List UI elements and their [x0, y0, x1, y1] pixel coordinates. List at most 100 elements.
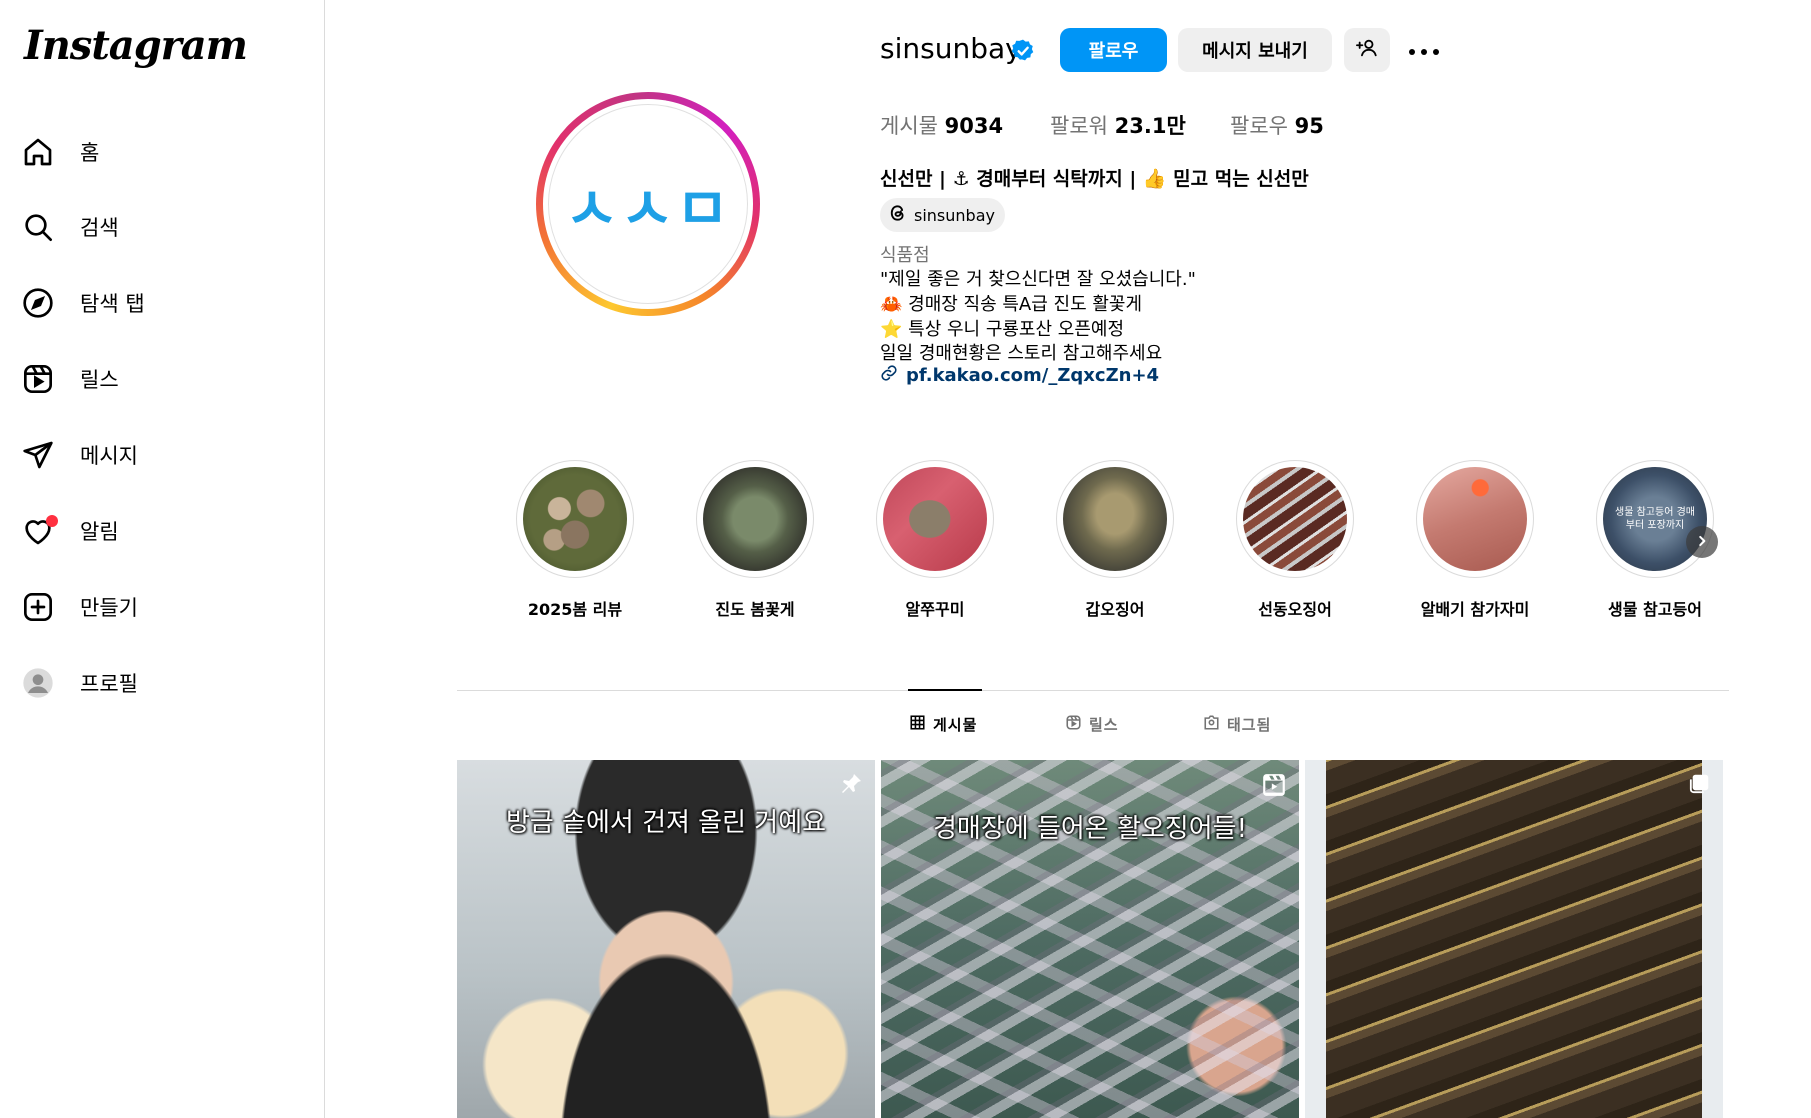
- nav-explore[interactable]: 탐색 탭: [20, 275, 300, 331]
- highlight-ring: [876, 460, 994, 578]
- nav-search-label: 검색: [80, 216, 119, 240]
- highlight-item[interactable]: 알배기 참가자미: [1415, 460, 1535, 620]
- threads-badge[interactable]: sinsunbay: [880, 198, 1005, 232]
- following-count[interactable]: 팔로우 95: [1230, 110, 1324, 140]
- bio-line: ⭐ 특상 우니 구룡포산 오픈예정: [880, 319, 1125, 340]
- highlight-thumbnail: 생물 참고등어 경매부터 포장까지: [1603, 467, 1707, 571]
- reels-icon: [20, 361, 56, 397]
- nav-explore-label: 탐색 탭: [80, 292, 145, 316]
- nav-notifications-label: 알림: [80, 520, 119, 544]
- highlight-item[interactable]: 선동오징어: [1235, 460, 1355, 620]
- tab-tagged[interactable]: 태그됨: [1204, 714, 1271, 735]
- bio-link[interactable]: pf.kakao.com/_ZqxcZn+4: [880, 364, 1159, 387]
- carousel-icon: [1689, 772, 1711, 798]
- profile-avatar-icon: [20, 665, 56, 701]
- followers-count[interactable]: 팔로워 23.1만: [1050, 110, 1186, 140]
- post-tile[interactable]: 방금 솥에서 건져 올린 거예요: [457, 760, 875, 1118]
- follow-button[interactable]: 팔로우: [1060, 28, 1167, 72]
- nav-create[interactable]: 만들기: [20, 579, 300, 635]
- avatar-text: ㅅㅅㅁ: [564, 175, 732, 243]
- avatar-image: ㅅㅅㅁ: [548, 104, 748, 304]
- tab-reels[interactable]: 릴스: [1066, 714, 1119, 735]
- following-count-value: 95: [1294, 114, 1324, 138]
- nav-profile[interactable]: 프로필: [20, 655, 300, 711]
- highlight-thumbnail: [1423, 467, 1527, 571]
- highlight-thumbnail: [1063, 467, 1167, 571]
- highlight-label: 생물 참고등어: [1608, 600, 1702, 619]
- highlight-item[interactable]: 갑오징어: [1055, 460, 1175, 620]
- send-icon: [20, 437, 56, 473]
- highlight-ring: 생물 참고등어 경매부터 포장까지: [1596, 460, 1714, 578]
- nav-notifications[interactable]: 알림: [20, 503, 300, 559]
- highlight-item[interactable]: 알쭈꾸미: [875, 460, 995, 620]
- highlight-ring: [1416, 460, 1534, 578]
- grid-icon: [910, 715, 925, 734]
- highlight-label: 갑오징어: [1085, 600, 1145, 619]
- nav-home-label: 홈: [80, 141, 100, 165]
- tab-posts[interactable]: 게시물: [910, 714, 977, 735]
- posts-count-value: 9034: [944, 114, 1004, 138]
- more-options-button[interactable]: [1404, 28, 1444, 72]
- bio-name: 신선만 | ⚓ 경매부터 식탁까지 | 👍 믿고 먹는 신선만: [880, 168, 1309, 190]
- tab-tagged-label: 태그됨: [1227, 716, 1272, 734]
- highlight-item[interactable]: 2025봄 리뷰: [515, 460, 635, 620]
- posts-count-label: 게시물: [880, 114, 938, 138]
- tab-posts-label: 게시물: [933, 716, 978, 734]
- bio-line: "제일 좋은 거 찾으신다면 잘 오셨습니다.": [880, 269, 1196, 290]
- nav-reels-label: 릴스: [80, 368, 119, 392]
- reels-icon: [1066, 715, 1081, 734]
- threads-handle: sinsunbay: [914, 205, 995, 225]
- highlight-ring: [516, 460, 634, 578]
- sidebar: Instagram 홈 검색 탐색 탭 릴스 메시지 알림 만들기 프로필: [0, 0, 325, 1118]
- chevron-right-icon: [1695, 533, 1709, 552]
- nav-reels[interactable]: 릴스: [20, 351, 300, 407]
- nav-messages[interactable]: 메시지: [20, 427, 300, 483]
- profile-avatar[interactable]: ㅅㅅㅁ: [536, 92, 760, 316]
- highlight-item[interactable]: 진도 봄꽃게: [695, 460, 815, 620]
- post-tile[interactable]: 경매장에 들어온 활오징어들!: [881, 760, 1299, 1118]
- highlight-thumbnail-text: 생물 참고등어 경매부터 포장까지: [1615, 507, 1695, 531]
- more-dots-icon: [1408, 41, 1440, 60]
- search-icon: [20, 209, 56, 245]
- following-count-label: 팔로우: [1230, 114, 1288, 138]
- highlight-label: 알쭈꾸미: [905, 600, 965, 619]
- tagged-icon: [1204, 715, 1219, 734]
- notification-dot: [46, 515, 58, 527]
- followers-count-value: 23.1만: [1114, 114, 1186, 138]
- bio-line: 🦀 경매장 직송 특A급 진도 활꽃게: [880, 294, 1143, 315]
- nav-home[interactable]: 홈: [20, 124, 300, 180]
- nav-search[interactable]: 검색: [20, 199, 300, 255]
- bio-line: 일일 경매현황은 스토리 참고해주세요: [880, 343, 1163, 364]
- nav-profile-label: 프로필: [80, 672, 138, 696]
- add-user-icon: [1356, 37, 1378, 64]
- highlight-thumbnail: [523, 467, 627, 571]
- post-tile[interactable]: [1305, 760, 1723, 1118]
- message-button[interactable]: 메시지 보내기: [1178, 28, 1332, 72]
- highlight-thumbnail: [883, 467, 987, 571]
- home-icon: [20, 134, 56, 170]
- followers-count-label: 팔로워: [1050, 114, 1108, 138]
- link-icon: [880, 364, 898, 387]
- nav-messages-label: 메시지: [80, 444, 138, 468]
- highlights-next-button[interactable]: [1686, 526, 1718, 558]
- highlight-label: 2025봄 리뷰: [527, 600, 623, 619]
- suggest-users-button[interactable]: [1344, 28, 1390, 72]
- highlight-ring: [696, 460, 814, 578]
- active-tab-indicator: [908, 689, 982, 691]
- highlight-label: 알배기 참가자미: [1420, 600, 1530, 619]
- highlight-ring: [1236, 460, 1354, 578]
- pin-icon: [839, 772, 863, 800]
- avatar-ring-gap: ㅅㅅㅁ: [543, 99, 753, 309]
- heart-icon: [20, 513, 58, 549]
- threads-icon: [888, 203, 908, 227]
- highlight-thumbnail: [703, 467, 807, 571]
- verified-badge-icon: [1010, 38, 1036, 68]
- post-caption: 방금 솥에서 건져 올린 거예요: [505, 808, 827, 838]
- instagram-logo[interactable]: Instagram: [24, 22, 248, 69]
- tabs-divider: [457, 690, 1729, 691]
- highlight-label: 진도 봄꽃게: [715, 600, 795, 619]
- profile-username: sinsunbay: [880, 32, 1022, 65]
- bio-link-text: pf.kakao.com/_ZqxcZn+4: [906, 365, 1160, 386]
- highlight-ring: [1056, 460, 1174, 578]
- create-icon: [20, 589, 56, 625]
